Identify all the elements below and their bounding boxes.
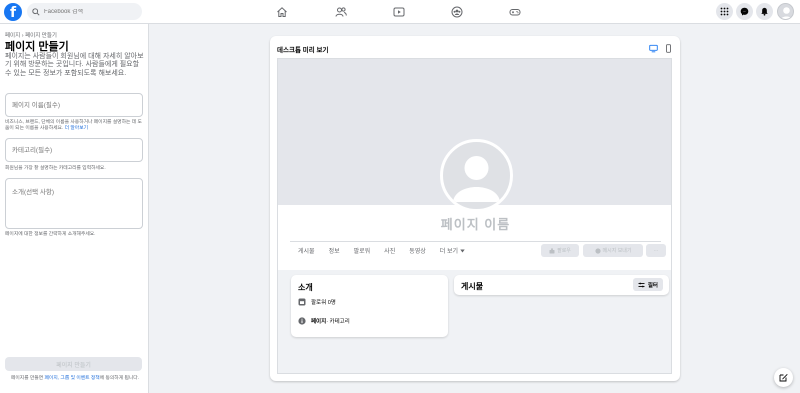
panel-description: 페이지는 사람들이 회원님에 대해 자세히 알아보기 위해 방문하는 곳입니다.… [5,53,144,77]
search-box[interactable] [27,3,142,20]
intro-title: 소개 [298,283,313,292]
tab-about[interactable]: 정보 [329,246,340,255]
bell-icon [761,7,768,16]
nav-home[interactable] [275,5,289,19]
followers-icon [298,298,306,306]
info-icon [298,317,306,325]
terms-prefix: 페이지를 만들면 [10,376,45,381]
groups-icon [451,6,463,18]
filter-button[interactable]: 필터 [632,278,663,291]
search-icon [32,7,40,16]
intro-textarea[interactable] [6,179,142,228]
tab-more-label: 더 보기 [439,249,459,255]
profile-picture [440,139,513,212]
page-label: 페이지 [311,319,327,325]
page-name-hint: 비즈니스, 브랜드, 단체의 이름을 사용하거나 페이지를 설명하는 데 도움이… [5,120,145,132]
page-name-field[interactable] [5,93,143,117]
create-page-panel: 페이지 › 페이지 만들기 페이지 만들기 페이지는 사람들이 회원님에 대해 … [0,24,149,393]
create-page-button[interactable]: 페이지 만들기 [5,357,142,371]
followers-count: 팔로워 0명 [311,300,336,306]
watch-icon [393,7,405,17]
home-icon [277,7,287,17]
follow-button-label: 팔로우 [557,248,571,254]
gaming-icon [509,9,521,16]
nav-watch[interactable] [392,5,406,19]
desktop-preview-card: 데스크톱 미리 보기 페이지 이름 게시물 정보 팔로워 사진 동영상 더 보기… [270,36,680,381]
follow-icon [549,247,555,253]
category-row: 페이지 · 카테고리 [298,317,350,325]
account-avatar[interactable] [777,3,794,20]
posts-card: 게시물 필터 [454,275,669,295]
more-options-button[interactable]: ··· [646,244,666,257]
filter-button-label: 필터 [647,282,658,289]
posts-title: 게시물 [461,282,484,291]
mobile-view-toggle[interactable] [663,43,673,53]
page-title: 페이지 만들기 [5,41,69,53]
tab-posts[interactable]: 게시물 [298,246,315,255]
intro-hint: 페이지에 대한 정보를 간략하게 소개해주세요. [5,232,96,237]
nav-gaming[interactable] [508,5,522,19]
page-preview: 페이지 이름 게시물 정보 팔로워 사진 동영상 더 보기 팔로우 메시지 보내… [277,58,672,374]
top-navigation-bar: f [0,0,800,24]
followers-row: 팔로워 0명 [298,298,336,306]
follow-button[interactable]: 팔로우 [541,244,579,257]
learn-more-link[interactable]: 더 알아보기 [65,126,88,131]
search-input[interactable] [44,8,134,15]
compose-icon [779,374,788,382]
messenger-small-icon [594,247,601,254]
preview-title: 데스크톱 미리 보기 [277,47,329,54]
messenger-icon [740,7,749,16]
tab-more[interactable]: 더 보기 [440,246,465,255]
mobile-icon [665,43,671,53]
category-hint: 회원님을 가장 잘 설명하는 카테고리를 입력하세요. [5,166,106,171]
profile-silhouette-icon [453,156,500,202]
menu-button[interactable] [716,3,733,20]
send-message-button[interactable]: 메시지 보내기 [583,244,643,257]
notifications-button[interactable] [756,3,773,20]
filter-icon [638,282,645,287]
tab-videos[interactable]: 동영상 [409,246,426,255]
friends-icon [335,7,347,17]
terms-notice: 페이지를 만들면 페이지, 그룹 및 이벤트 정책에 동의하게 됩니다. [5,376,145,382]
category-field[interactable] [5,138,143,162]
tab-photos[interactable]: 사진 [384,246,395,255]
page-tabs: 게시물 정보 팔로워 사진 동영상 더 보기 [298,246,479,255]
policy-link[interactable]: 페이지, 그룹 및 이벤트 정책 [45,376,100,381]
caret-down-icon [460,249,465,252]
page-category: · 카테고리 [326,319,350,325]
facebook-logo[interactable]: f [4,3,22,21]
desktop-view-toggle[interactable] [648,43,658,53]
new-message-button[interactable] [774,368,793,387]
messenger-button[interactable] [736,3,753,20]
nav-friends[interactable] [334,5,348,19]
preview-page-name: 페이지 이름 [440,217,511,232]
tab-divider [290,241,661,242]
send-message-label: 메시지 보내기 [602,248,632,254]
nav-groups[interactable] [450,5,464,19]
category-input[interactable] [6,139,142,162]
intro-field[interactable] [5,178,143,229]
terms-suffix: 에 동의하게 됩니다. [99,376,140,381]
avatar-silhouette-icon [780,7,793,19]
page-name-input[interactable] [6,94,142,117]
intro-card: 소개 팔로워 0명 페이지 · 카테고리 [291,275,448,337]
desktop-icon [648,44,658,52]
menu-grid-icon [720,7,729,16]
tab-followers[interactable]: 팔로워 [354,246,371,255]
